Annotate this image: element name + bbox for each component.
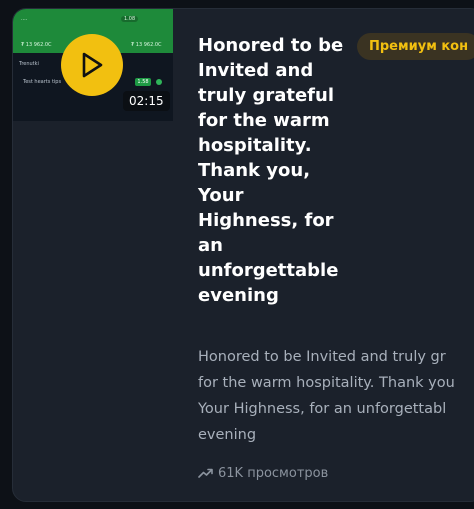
play-button[interactable] <box>61 34 123 96</box>
premium-badge: Премиум кон <box>357 33 474 60</box>
view-count: 61K просмотров <box>198 466 328 481</box>
trending-up-icon <box>198 468 213 478</box>
video-card[interactable]: ···· 1.08 ₮ 13 962.0C ₮ 13 962.0C Trenut… <box>12 8 474 502</box>
thumbnail-text: 1.08 <box>121 16 139 22</box>
view-count-label: 61K просмотров <box>218 466 329 481</box>
thumbnail-text: 1.58 <box>135 78 151 86</box>
thumbnail-text: ₮ 13 962.0C <box>131 42 162 48</box>
video-title[interactable]: Honored to be Invited and truly grateful… <box>198 33 348 308</box>
duration-badge: 02:15 <box>123 91 170 111</box>
thumbnail-text: Test hearts tips <box>23 79 62 85</box>
video-thumbnail[interactable]: ···· 1.08 ₮ 13 962.0C ₮ 13 962.0C Trenut… <box>13 9 173 121</box>
thumbnail-status-dot <box>156 79 162 85</box>
thumbnail-text: Trenutki <box>19 61 39 67</box>
thumbnail-text: ···· <box>21 17 28 23</box>
thumbnail-text: ₮ 13 962.0C <box>21 42 52 48</box>
video-description: Honored to be Invited and truly gr for t… <box>198 349 455 443</box>
play-icon <box>82 52 103 78</box>
